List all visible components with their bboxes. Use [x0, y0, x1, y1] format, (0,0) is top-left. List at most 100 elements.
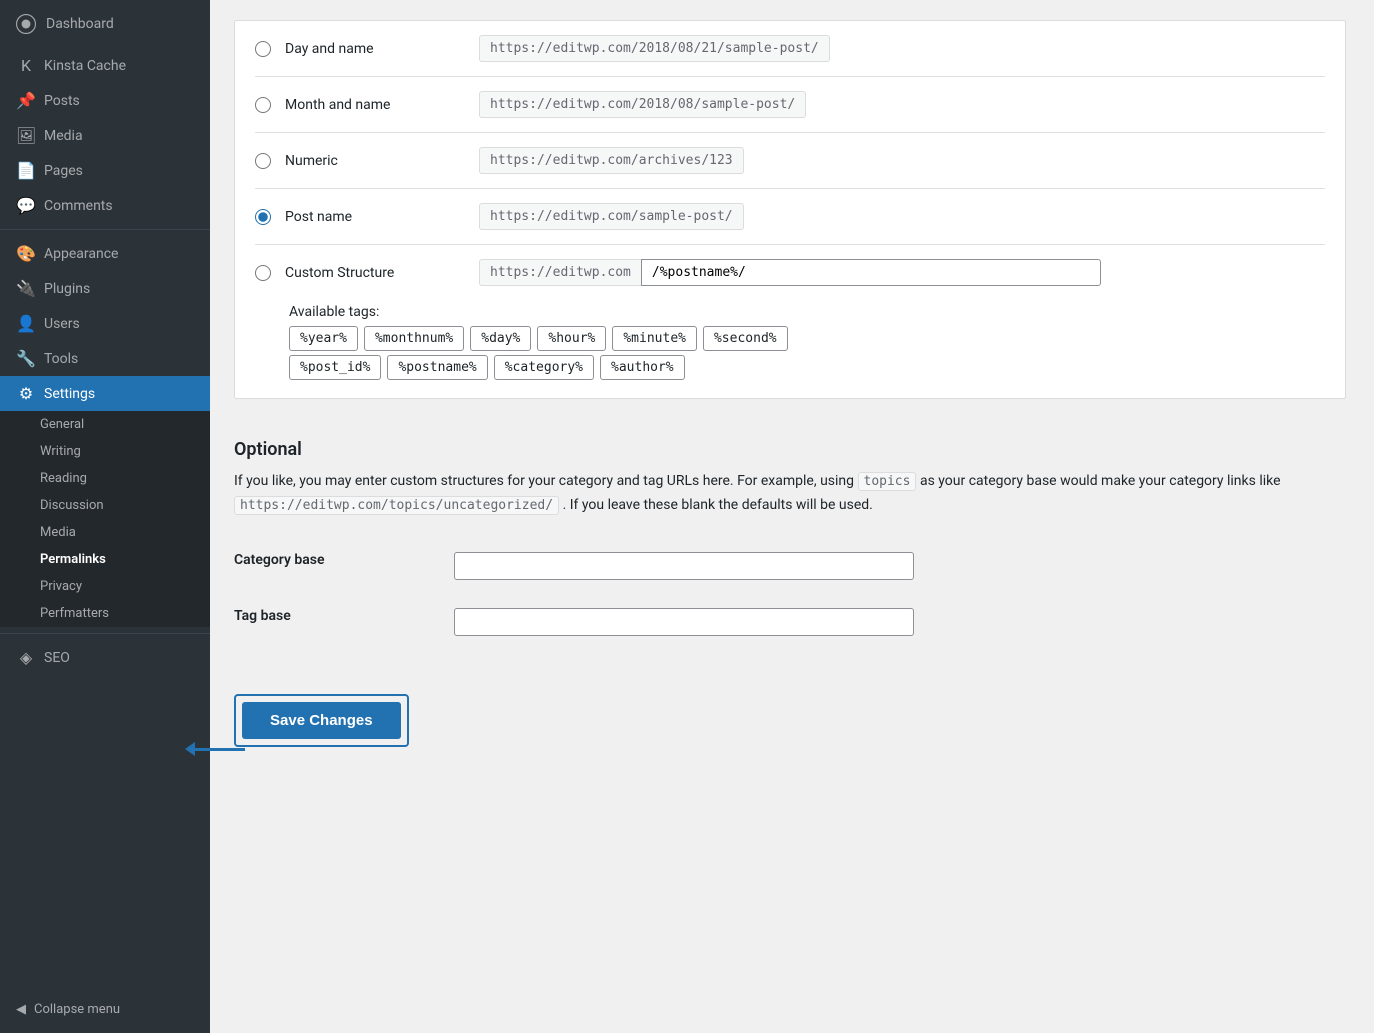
sidebar-item-posts[interactable]: 📌 Posts: [0, 83, 210, 118]
tag-category[interactable]: %category%: [494, 355, 594, 380]
optional-desc-part2: as your category base would make your ca…: [920, 473, 1281, 489]
sidebar-item-plugins[interactable]: 🔌 Plugins: [0, 271, 210, 306]
sidebar-item-kinsta-cache[interactable]: K Kinsta Cache: [0, 48, 210, 83]
submenu-media[interactable]: Media: [0, 519, 210, 546]
topics-inline-code: topics: [858, 472, 917, 491]
optional-form-table: Category base Tag base: [234, 538, 1346, 650]
sidebar-item-seo[interactable]: ◈ SEO: [0, 640, 210, 675]
permalink-option-numeric: Numeric https://editwp.com/archives/123: [255, 133, 1325, 189]
tag-postname[interactable]: %postname%: [387, 355, 487, 380]
sidebar-item-appearance[interactable]: 🎨 Appearance: [0, 236, 210, 271]
submenu-general[interactable]: General: [0, 411, 210, 438]
tag-monthnum[interactable]: %monthnum%: [364, 326, 464, 351]
tag-year[interactable]: %year%: [289, 326, 358, 351]
category-base-label: Category base: [234, 552, 325, 568]
settings-icon: ⚙: [16, 384, 36, 403]
appearance-icon: 🎨: [16, 244, 36, 263]
category-base-input[interactable]: [454, 552, 914, 580]
tools-icon: 🔧: [16, 349, 36, 368]
tag-post-id[interactable]: %post_id%: [289, 355, 381, 380]
collapse-icon: ◀: [16, 1002, 26, 1017]
sidebar-item-settings[interactable]: ⚙ Settings: [0, 376, 210, 411]
users-icon: 👤: [16, 314, 36, 333]
custom-structure-text-input[interactable]: [641, 259, 1101, 286]
kinsta-cache-label: Kinsta Cache: [44, 58, 126, 74]
custom-structure-input-row: https://editwp.com: [479, 259, 1101, 286]
radio-post-name[interactable]: [255, 209, 271, 225]
comments-label: Comments: [44, 198, 113, 214]
tag-second[interactable]: %second%: [703, 326, 788, 351]
collapse-label: Collapse menu: [34, 1002, 120, 1017]
optional-desc-part3: . If you leave these blank the defaults …: [563, 497, 873, 513]
collapse-menu-button[interactable]: ◀ Collapse menu: [0, 994, 210, 1025]
sidebar-item-comments[interactable]: 💬 Comments: [0, 188, 210, 223]
media-label: Media: [44, 128, 83, 144]
save-button-highlight-border: Save Changes: [234, 694, 409, 747]
sidebar-item-tools[interactable]: 🔧 Tools: [0, 341, 210, 376]
permalink-options-section: Day and name https://editwp.com/2018/08/…: [234, 20, 1346, 399]
available-tags-label: Available tags:: [289, 294, 788, 326]
appearance-label: Appearance: [44, 246, 118, 262]
optional-section: Optional If you like, you may enter cust…: [234, 415, 1346, 747]
tag-day[interactable]: %day%: [470, 326, 531, 351]
url-month-name: https://editwp.com/2018/08/sample-post/: [479, 91, 806, 118]
label-day-name[interactable]: Day and name: [285, 41, 465, 57]
main-content: Day and name https://editwp.com/2018/08/…: [210, 0, 1374, 1033]
optional-description: If you like, you may enter custom struct…: [234, 470, 1346, 518]
pages-icon: 📄: [16, 161, 36, 180]
radio-numeric[interactable]: [255, 153, 271, 169]
permalink-option-post-name: Post name https://editwp.com/sample-post…: [255, 189, 1325, 245]
submenu-privacy[interactable]: Privacy: [0, 573, 210, 600]
tools-label: Tools: [44, 351, 78, 367]
radio-month-name[interactable]: [255, 97, 271, 113]
tag-base-row: Tag base: [234, 594, 1346, 650]
url-numeric: https://editwp.com/archives/123: [479, 147, 744, 174]
label-numeric[interactable]: Numeric: [285, 153, 465, 169]
tag-minute[interactable]: %minute%: [612, 326, 697, 351]
tag-author[interactable]: %author%: [600, 355, 685, 380]
optional-title: Optional: [234, 415, 1346, 470]
sidebar-item-pages[interactable]: 📄 Pages: [0, 153, 210, 188]
permalink-option-month-name: Month and name https://editwp.com/2018/0…: [255, 77, 1325, 133]
radio-custom-structure[interactable]: [255, 265, 271, 281]
permalink-option-day-name: Day and name https://editwp.com/2018/08/…: [255, 21, 1325, 77]
example-url-inline-code: https://editwp.com/topics/uncategorized/: [234, 496, 559, 515]
kinsta-icon: K: [16, 56, 36, 75]
sidebar: Dashboard K Kinsta Cache 📌 Posts 🖼 Media…: [0, 0, 210, 1033]
blue-arrow-indicator: [185, 742, 245, 756]
posts-icon: 📌: [16, 91, 36, 110]
submenu-perfmatters[interactable]: Perfmatters: [0, 600, 210, 627]
arrow-head: [185, 742, 195, 756]
submenu-discussion[interactable]: Discussion: [0, 492, 210, 519]
plugins-label: Plugins: [44, 281, 90, 297]
sidebar-logo[interactable]: Dashboard: [0, 0, 210, 48]
posts-label: Posts: [44, 93, 80, 109]
seo-icon: ◈: [16, 648, 36, 667]
save-changes-button[interactable]: Save Changes: [242, 702, 401, 739]
category-base-row: Category base: [234, 538, 1346, 594]
sidebar-item-users[interactable]: 👤 Users: [0, 306, 210, 341]
plugins-icon: 🔌: [16, 279, 36, 298]
tag-hour[interactable]: %hour%: [537, 326, 606, 351]
label-month-name[interactable]: Month and name: [285, 97, 465, 113]
content-area: Day and name https://editwp.com/2018/08/…: [210, 0, 1370, 767]
radio-day-name[interactable]: [255, 41, 271, 57]
label-post-name[interactable]: Post name: [285, 209, 465, 225]
submenu-writing[interactable]: Writing: [0, 438, 210, 465]
tags-row-2: %post_id% %postname% %category% %author%: [289, 355, 788, 380]
media-icon: 🖼: [16, 126, 36, 145]
tags-row-1: %year% %monthnum% %day% %hour% %minute% …: [289, 326, 788, 351]
url-post-name: https://editwp.com/sample-post/: [479, 203, 744, 230]
label-custom-structure[interactable]: Custom Structure: [285, 265, 465, 281]
save-button-wrapper-outer: Save Changes: [234, 674, 1346, 747]
sidebar-item-media[interactable]: 🖼 Media: [0, 118, 210, 153]
comments-icon: 💬: [16, 196, 36, 215]
tag-base-label: Tag base: [234, 608, 291, 624]
tag-base-input[interactable]: [454, 608, 914, 636]
seo-label: SEO: [44, 650, 70, 666]
permalink-option-custom: Custom Structure https://editwp.com Avai…: [255, 245, 1325, 398]
pages-label: Pages: [44, 163, 83, 179]
submenu-reading[interactable]: Reading: [0, 465, 210, 492]
url-day-name: https://editwp.com/2018/08/21/sample-pos…: [479, 35, 830, 62]
submenu-permalinks[interactable]: Permalinks: [0, 546, 210, 573]
